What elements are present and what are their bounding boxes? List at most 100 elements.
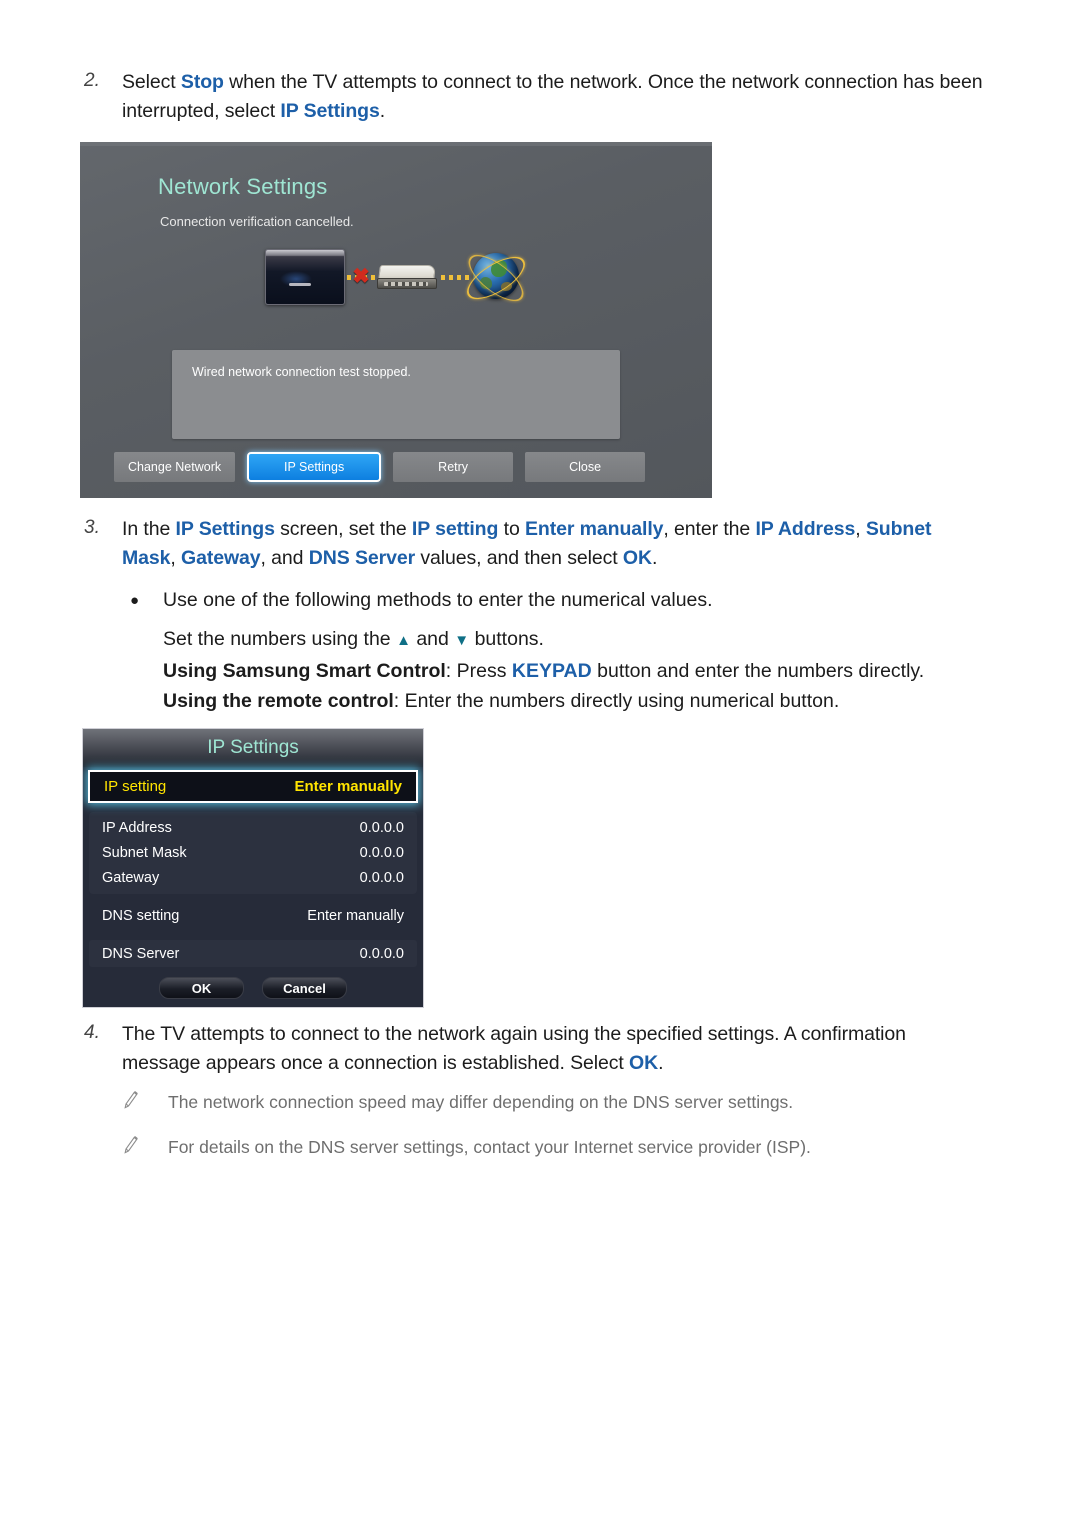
inline-text: to [498,518,526,540]
inline-text: . [379,100,386,122]
bullet-lead-row: ● Use one of the following methods to en… [118,586,998,615]
inline-keyword: IP Settings [175,518,275,540]
pencil-icon [118,1090,168,1109]
gateway-row[interactable]: Gateway 0.0.0.0 [89,865,417,890]
note-row: For details on the DNS server settings, … [118,1135,998,1159]
bullet-lead-text: Use one of the following methods to ente… [163,589,713,611]
ip-settings-screenshot: IP Settings IP setting Enter manually IP… [82,728,424,1008]
inline-keyword: DNS Server [308,547,416,569]
step-2: 2. Select Stop when the TV attempts to c… [80,68,990,126]
inline-text: . [658,1052,664,1074]
dns-server-label: DNS Server [102,945,180,962]
inline-text: Select [122,71,181,93]
step-4-text: The TV attempts to connect to the networ… [122,1020,980,1078]
network-message-box: Wired network connection test stopped. [172,350,620,439]
dns-setting-value: Enter manually [307,908,404,924]
ok-button[interactable]: OK [159,977,244,999]
note-text: The network connection speed may differ … [168,1092,794,1112]
network-settings-title: Network Settings [158,174,328,199]
ip-setting-row-wrapper: IP setting Enter manually [83,767,423,803]
step-3-number: 3. [84,517,100,538]
gateway-value: 0.0.0.0 [359,869,404,886]
ip-address-label: IP Address [102,819,172,836]
remote-control-text: : Enter the numbers directly using numer… [393,690,840,712]
inline-keyword: OK [629,1052,659,1074]
method-arrows-pre: Set the numbers using the [163,628,397,650]
network-settings-button-row: Change Network IP Settings Retry Close [114,452,646,482]
network-settings-screenshot: Network Settings Connection verification… [80,142,712,498]
inline-text: , enter the [663,518,756,540]
inline-text: In the [122,518,176,540]
inline-text: The TV attempts to connect to the networ… [122,1023,906,1074]
step-4: 4. The TV attempts to connect to the net… [80,1020,980,1078]
inline-keyword: IP Address [755,518,856,540]
bullet-dot-icon: ● [130,592,140,609]
ip-settings-button[interactable]: IP Settings [247,452,382,482]
inline-text: screen, set the [274,518,412,540]
method-remote-control-line: Using the remote control: Enter the numb… [163,686,998,716]
ip-settings-button-row: OK Cancel [83,977,423,999]
inline-text: values, and then select [415,547,623,569]
inline-text: . [651,547,658,569]
dns-setting-label: DNS setting [102,908,180,924]
inline-text: , and [260,547,309,569]
x-mark-icon: ✖ [352,265,370,288]
inline-keyword: Enter manually [525,518,664,540]
numeric-entry-methods-block: ● Use one of the following methods to en… [118,586,998,716]
method-smart-control-line: Using Samsung Smart Control: Press KEYPA… [163,656,998,686]
remote-control-label: Using the remote control [163,690,394,712]
router-device-icon [377,265,439,291]
smart-control-post: button and enter the numbers directly. [591,660,925,682]
arrow-up-icon: ▲ [396,632,411,649]
inline-text: , [170,547,182,569]
network-diagram: ✖ [265,245,532,319]
ip-setting-row[interactable]: IP setting Enter manually [88,770,418,803]
dns-server-value: 0.0.0.0 [359,945,404,962]
step-3: 3. In the IP Settings screen, set the IP… [80,515,980,573]
note-row: The network connection speed may differ … [118,1090,998,1114]
keypad-keyword: KEYPAD [511,660,592,682]
ip-settings-title: IP Settings [207,737,299,758]
smart-control-label: Using Samsung Smart Control [163,660,446,682]
inline-text: , [855,518,866,540]
subnet-mask-row[interactable]: Subnet Mask 0.0.0.0 [89,840,417,865]
close-button[interactable]: Close [525,452,646,482]
ip-setting-label: IP setting [104,778,167,795]
note-text: For details on the DNS server settings, … [168,1137,811,1157]
ip-settings-header: IP Settings [83,729,423,767]
gateway-label: Gateway [102,869,160,886]
pencil-icon [118,1135,168,1154]
step-3-text: In the IP Settings screen, set the IP se… [122,515,980,573]
retry-button[interactable]: Retry [393,452,514,482]
cancel-button[interactable]: Cancel [262,977,347,999]
tv-screen-glow [280,270,313,287]
arrow-down-icon: ▼ [454,632,470,649]
inline-keyword: IP setting [411,518,499,540]
inline-text: when the TV attempts to connect to the n… [122,71,983,122]
dns-setting-row[interactable]: DNS setting Enter manually [89,900,417,932]
ip-address-row[interactable]: IP Address 0.0.0.0 [89,815,417,840]
step-2-number: 2. [84,70,100,91]
dns-server-row[interactable]: DNS Server 0.0.0.0 [89,940,417,967]
method-arrows-line: Set the numbers using the ▲ and ▼ button… [163,624,998,656]
inline-keyword: IP Settings [280,100,380,122]
method-arrows-mid: and [410,628,455,650]
ip-address-group: IP Address 0.0.0.0 Subnet Mask 0.0.0.0 G… [89,812,417,894]
change-network-button[interactable]: Change Network [114,452,236,482]
smart-control-pre: : Press [445,660,512,682]
tv-device-icon [265,249,345,305]
network-message-text: Wired network connection test stopped. [192,365,411,379]
inline-keyword: Stop [180,71,224,93]
inline-keyword: Gateway [181,547,261,569]
notes-block: The network connection speed may differ … [118,1090,998,1180]
step-2-text: Select Stop when the TV attempts to conn… [122,68,990,126]
method-lines: Set the numbers using the ▲ and ▼ button… [163,624,998,716]
subnet-mask-label: Subnet Mask [102,844,187,861]
step-4-number: 4. [84,1022,100,1043]
globe-icon [460,245,532,311]
method-arrows-post: buttons. [469,628,544,650]
network-settings-subtitle: Connection verification cancelled. [160,214,354,229]
subnet-mask-value: 0.0.0.0 [359,844,404,861]
inline-keyword: OK [622,547,652,569]
ip-address-value: 0.0.0.0 [359,819,404,836]
